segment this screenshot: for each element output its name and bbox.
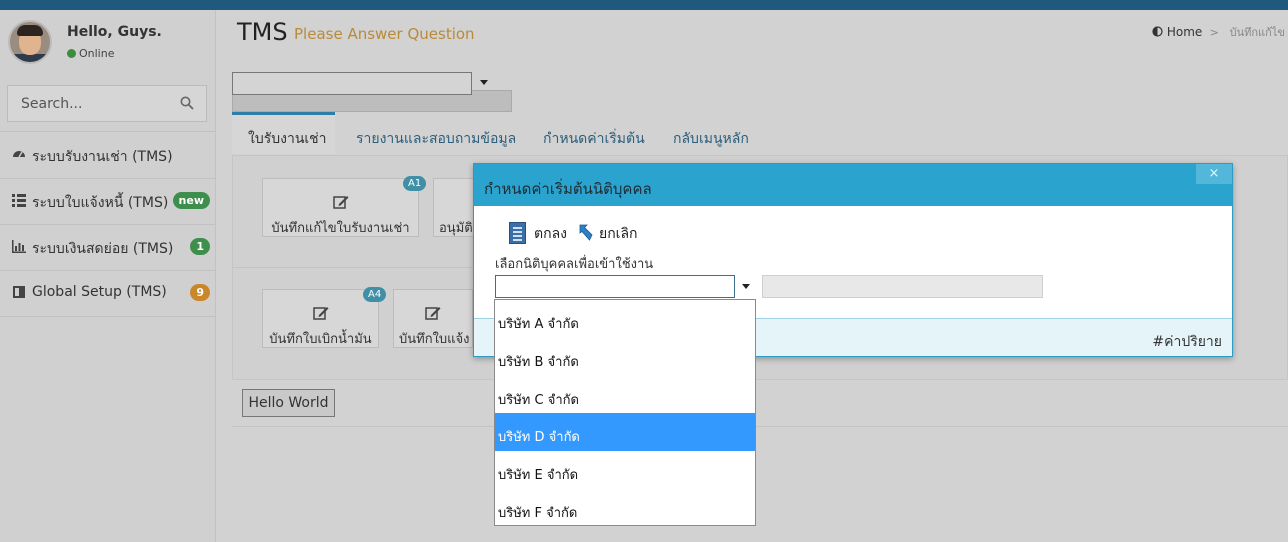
online-dot-icon bbox=[67, 49, 76, 58]
tile-invoice-note[interactable]: บันทึกใบแจ้ง bbox=[393, 289, 473, 348]
tab-defaults[interactable]: กำหนดค่าเริ่มต้น bbox=[543, 128, 645, 150]
user-greeting: Hello, Guys. bbox=[67, 24, 162, 40]
user-status: Online bbox=[67, 47, 114, 60]
tile-fuel-request[interactable]: บันทึกใบเบิกน้ำมัน bbox=[262, 289, 379, 348]
chevron-down-icon[interactable] bbox=[742, 284, 750, 289]
ok-button[interactable]: ตกลง bbox=[534, 223, 567, 245]
dropdown-option[interactable]: บริษัท F จำกัด bbox=[495, 489, 755, 527]
tile-badge: A4 bbox=[363, 287, 387, 302]
chevron-down-icon[interactable] bbox=[480, 80, 488, 85]
count-badge: 1 bbox=[190, 238, 210, 255]
tab-main-menu[interactable]: กลับเมนูหลัก bbox=[673, 128, 749, 150]
entity-dropdown-list[interactable]: บริษัท A จำกัด บริษัท B จำกัด บริษัท C จ… bbox=[494, 299, 756, 526]
sidebar-item-label: Global Setup (TMS) bbox=[32, 284, 167, 300]
new-badge: new bbox=[172, 192, 210, 209]
dialog-title: กำหนดค่าเริ่มต้นนิติบุคคล bbox=[484, 180, 652, 198]
sidebar-item-invoice[interactable]: ระบบใบแจ้งหนี้ (TMS) new bbox=[0, 179, 216, 225]
building-icon[interactable] bbox=[509, 222, 526, 244]
breadcrumb-current: บันทึกแก้ไข bbox=[1229, 26, 1285, 39]
dropdown-option[interactable]: บริษัท A จำกัด bbox=[495, 300, 755, 338]
breadcrumb-home-link[interactable]: Home bbox=[1167, 25, 1202, 39]
tile-edit-rental[interactable]: บันทึกแก้ไขใบรับงานเช่า bbox=[262, 178, 419, 237]
entity-select[interactable] bbox=[495, 275, 735, 298]
sidebar-item-label: ระบบรับงานเช่า (TMS) bbox=[32, 149, 173, 165]
tile-label: บันทึกใบเบิกน้ำมัน bbox=[269, 332, 372, 347]
hello-world-button[interactable]: Hello World bbox=[242, 389, 335, 417]
page-subtitle: Please Answer Question bbox=[294, 25, 475, 43]
search-icon[interactable] bbox=[180, 96, 194, 110]
home-icon bbox=[1152, 26, 1163, 37]
search-placeholder: Search... bbox=[21, 96, 83, 112]
sidebar-item-global-setup[interactable]: Global Setup (TMS) 9 bbox=[0, 271, 216, 317]
dialog-header: กำหนดค่าเริ่มต้นนิติบุคคล × bbox=[474, 164, 1232, 206]
user-status-label: Online bbox=[79, 47, 115, 60]
page-title: TMS bbox=[237, 18, 288, 46]
divider bbox=[0, 131, 216, 132]
dropdown-option-highlighted[interactable]: บริษัท D จำกัด bbox=[495, 413, 755, 451]
count-badge: 9 bbox=[190, 284, 210, 301]
main-select[interactable] bbox=[232, 72, 472, 95]
dropdown-option[interactable]: บริษัท E จำกัด bbox=[495, 451, 755, 489]
dashboard-icon bbox=[13, 151, 25, 158]
book-icon bbox=[13, 286, 25, 298]
top-bar bbox=[0, 0, 1288, 10]
tab-reports[interactable]: รายงานและสอบถามข้อมูล bbox=[356, 128, 516, 150]
tile-badge: A1 bbox=[403, 176, 427, 191]
bar-chart-icon bbox=[12, 240, 26, 253]
tile-label: บันทึกใบแจ้ง bbox=[399, 332, 470, 347]
entity-field-label: เลือกนิติบุคคลเพื่อเข้าใช้งาน bbox=[495, 257, 654, 272]
cancel-button[interactable]: ยกเลิก bbox=[599, 223, 638, 245]
edit-icon bbox=[312, 307, 328, 320]
sidebar-item-label: ระบบใบแจ้งหนี้ (TMS) bbox=[32, 195, 169, 211]
sidebar-item-rental[interactable]: ระบบรับงานเช่า (TMS) bbox=[0, 133, 216, 179]
edit-icon bbox=[332, 196, 348, 209]
divider bbox=[232, 426, 1288, 427]
chevron-right-icon: > bbox=[1206, 26, 1226, 39]
dropdown-option[interactable]: บริษัท B จำกัด bbox=[495, 338, 755, 376]
tab-bar: ใบรับงานเช่า รายงานและสอบถามข้อมูล กำหนด… bbox=[232, 112, 1288, 154]
avatar bbox=[8, 20, 52, 64]
user-panel: Hello, Guys. Online bbox=[0, 10, 216, 78]
default-value-label: #ค่าปริยาย bbox=[1152, 334, 1222, 350]
tab-rental[interactable]: ใบรับงานเช่า bbox=[248, 128, 327, 150]
undo-arrow-icon[interactable] bbox=[578, 223, 595, 241]
search-input[interactable]: Search... bbox=[7, 85, 207, 122]
sidebar-item-label: ระบบเงินสดย่อย (TMS) bbox=[32, 241, 174, 257]
sidebar: Hello, Guys. Online Search... ระบบรับงาน… bbox=[0, 10, 216, 542]
grid-icon bbox=[12, 194, 26, 207]
edit-icon bbox=[425, 307, 441, 320]
tile-label: บันทึกแก้ไขใบรับงานเช่า bbox=[271, 221, 410, 236]
sidebar-item-petty-cash[interactable]: ระบบเงินสดย่อย (TMS) 1 bbox=[0, 225, 216, 271]
dropdown-option[interactable]: บริษัท C จำกัด bbox=[495, 376, 755, 414]
breadcrumb: Home > บันทึกแก้ไข bbox=[1152, 23, 1285, 41]
entity-name-field bbox=[762, 275, 1043, 298]
close-icon[interactable]: × bbox=[1196, 164, 1232, 184]
